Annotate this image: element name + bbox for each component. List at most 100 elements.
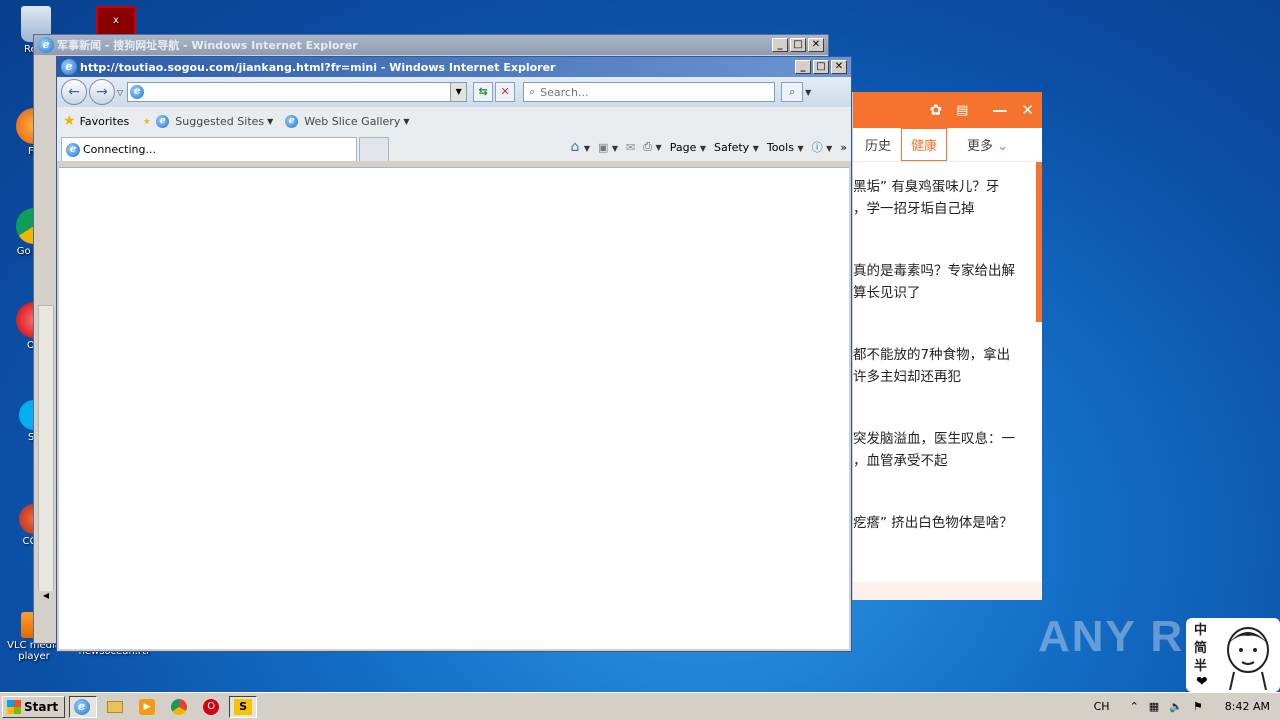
print-button[interactable]: ⎙ ▼ [643, 140, 661, 154]
news-panel-tabs: 历史 健康 更多 ⌄ [853, 128, 1042, 162]
forward-arrow-icon: → [96, 84, 108, 100]
search-options-dropdown[interactable]: ▼ [805, 88, 811, 97]
ie-back-titlebar[interactable]: e 军事新闻 - 搜狗网址导航 - Windows Internet Explo… [34, 35, 828, 55]
chevron-down-icon: ⌄ [997, 139, 1009, 154]
taskbar-media-player[interactable]: ▶ [133, 696, 161, 718]
news-item[interactable]: 疙瘩” 挤出白色物体是啥？ [853, 512, 1033, 534]
command-bar: ⌂ ▼ ▣ ▼ ✉ ⎙ ▼ Page ▼ Safety ▼ Tools ▼ ⓘ … [570, 139, 847, 155]
chevron-down-icon: ▼ [699, 143, 706, 153]
news-item[interactable]: 突发脑溢血，医生叹息：一 ，血管承受不起 [853, 428, 1033, 472]
help-button[interactable]: ⓘ ▼ [812, 139, 833, 155]
sticker-text: 中简半 [1194, 623, 1208, 674]
chevron-down-icon: ▼ [826, 144, 833, 153]
tab-label: Connecting... [83, 143, 156, 156]
refresh-button[interactable]: ⇆ [473, 82, 494, 102]
maximize-button[interactable]: □ [813, 60, 829, 74]
navigation-bar: ← → ▽ e ▼ ⇆ ✕ ⌕ ⌕ ▼ [57, 77, 851, 107]
back-arrow-icon: ← [68, 84, 80, 100]
ie-icon: e [156, 114, 170, 128]
search-button[interactable]: ⌕ [781, 82, 804, 102]
mail-icon[interactable]: ✉ [626, 141, 635, 154]
safety-menu[interactable]: Safety ▼ [714, 141, 759, 154]
ie-window-front[interactable]: e http://toutiao.sogou.com/jiankang.html… [56, 56, 852, 652]
taskbar: Start e ▶ O S CH ⌃ ▦ 🔈 ⚑ 8:42 AM [0, 692, 1280, 720]
star-icon: ★ [63, 113, 76, 129]
ie-icon: e [285, 114, 299, 128]
heart-icon: ❤ [1196, 674, 1208, 690]
page-icon: e [130, 85, 145, 99]
volume-icon[interactable]: 🔈 [1169, 700, 1183, 713]
close-icon[interactable]: ✕ [1021, 101, 1034, 119]
back-window-scrollbar[interactable] [38, 305, 54, 605]
ie-front-titlebar[interactable]: e http://toutiao.sogou.com/jiankang.html… [57, 57, 851, 77]
chevron-down-icon: ▼ [797, 143, 804, 153]
close-button[interactable]: ✕ [808, 38, 824, 52]
scroll-left-arrow-icon[interactable]: ◀ [38, 591, 54, 605]
taskbar-explorer[interactable] [101, 696, 129, 718]
news-item[interactable]: 真的是毒素吗？专家给出解 算长见识了 [853, 260, 1033, 304]
clock[interactable]: 8:42 AM [1225, 700, 1270, 713]
page-content[interactable] [59, 167, 849, 649]
search-field[interactable]: ⌕ [523, 82, 776, 102]
page-menu[interactable]: Page ▼ [670, 141, 706, 154]
suggested-sites-link[interactable]: e Suggested Sites ▼ [156, 114, 274, 128]
recent-pages-dropdown[interactable]: ▽ [117, 88, 123, 97]
suggested-sites-label: Suggested Sites [175, 114, 265, 128]
browser-tab[interactable]: e Connecting... [61, 137, 357, 161]
tools-menu-label: Tools [766, 140, 794, 154]
news-item[interactable]: 都不能放的7种食物，拿出 许多主妇却还再犯 [853, 344, 1033, 388]
forward-button[interactable]: → [89, 79, 115, 105]
close-button[interactable]: ✕ [831, 60, 847, 74]
settings-icon[interactable]: ✿ [930, 101, 943, 119]
chevron-down-icon: ▼ [611, 143, 619, 153]
search-provider-icon: ⌕ [529, 85, 536, 98]
tab-more-label: 更多 [967, 139, 994, 154]
news-item[interactable]: 黑垢” 有臭鸡蛋味儿？牙 ，学一招牙垢自己掉 [853, 176, 1033, 220]
minimize-icon[interactable]: — [992, 101, 1007, 119]
address-dropdown-button[interactable]: ▼ [450, 83, 467, 101]
favorites-button[interactable]: ★ Favorites [63, 113, 129, 129]
start-button[interactable]: Start [2, 695, 66, 718]
new-tab-button[interactable] [359, 137, 389, 161]
news-panel-footer [853, 582, 1042, 600]
stop-button[interactable]: ✕ [495, 82, 516, 102]
chevron-down-icon: ▼ [583, 144, 590, 153]
taskbar-chrome[interactable] [165, 696, 193, 718]
tab-command-row: e Connecting... ⌂ ▼ ▣ ▼ ✉ ⎙ ▼ Page ▼ Saf… [57, 135, 851, 161]
feedback-icon[interactable]: ▤ [956, 103, 968, 118]
add-favorites-icon[interactable]: ⭑ [143, 114, 150, 129]
language-indicator[interactable]: CH [1094, 700, 1110, 713]
home-button[interactable]: ⌂ ▼ [570, 139, 590, 155]
chrome-icon [171, 698, 188, 715]
taskbar-ie[interactable]: e [69, 695, 98, 718]
network-icon[interactable]: ▦ [1149, 700, 1159, 713]
tools-menu[interactable]: Tools ▼ [767, 141, 804, 154]
sogou-icon: S [234, 698, 253, 715]
more-commands-chevron-icon[interactable]: » [840, 141, 847, 154]
ie-icon: e [61, 59, 77, 75]
chevron-down-icon: ▼ [752, 143, 759, 153]
tab-health[interactable]: 健康 [901, 128, 948, 161]
feeds-button[interactable]: ▣ ▼ [598, 141, 618, 154]
minimize-button[interactable]: _ [772, 38, 788, 52]
search-input[interactable] [540, 85, 741, 99]
taskbar-opera[interactable]: O [197, 696, 225, 718]
ie-icon: e [38, 37, 54, 53]
address-bar[interactable]: e ▼ [127, 82, 468, 102]
show-hidden-icons-chevron-icon[interactable]: ⌃ [1130, 700, 1139, 713]
action-center-flag-icon[interactable]: ⚑ [1193, 700, 1203, 713]
system-tray: CH ⌃ ▦ 🔈 ⚑ 8:42 AM [1094, 700, 1280, 713]
minimize-button[interactable]: _ [795, 60, 811, 74]
news-scrollbar[interactable] [1036, 162, 1042, 322]
web-slice-gallery-link[interactable]: e Web Slice Gallery ▼ [285, 114, 410, 128]
folder-icon [107, 700, 124, 713]
tab-more[interactable]: 更多 ⌄ [967, 135, 1008, 154]
chevron-down-icon: ▼ [655, 143, 662, 152]
favorites-bar: ★ Favorites ⭑ e Suggested Sites ▼ e Web … [57, 107, 851, 135]
maximize-button[interactable]: □ [790, 38, 806, 52]
tab-history[interactable]: 历史 [865, 135, 891, 154]
media-player-icon: ▶ [139, 698, 156, 715]
chevron-down-icon: ▼ [267, 116, 274, 126]
taskbar-sogou[interactable]: S [229, 695, 258, 718]
back-button[interactable]: ← [61, 79, 87, 105]
